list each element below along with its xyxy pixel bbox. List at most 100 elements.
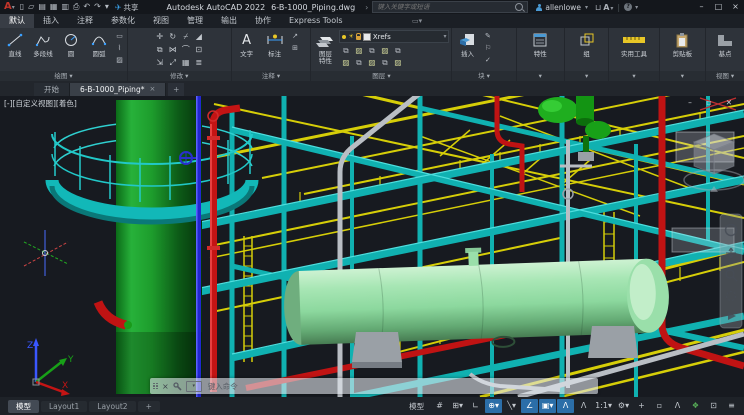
status-toggle-icon[interactable]: Λ bbox=[557, 399, 574, 413]
modify-tool-icon[interactable]: ⇲ bbox=[153, 56, 166, 69]
view-panel-title[interactable]: 视图 ▾ bbox=[706, 71, 744, 81]
command-grip-icon[interactable] bbox=[153, 383, 158, 390]
status-toggle-icon[interactable]: ⊡ bbox=[705, 399, 722, 413]
autodesk-account-icon[interactable]: A▾ bbox=[603, 3, 613, 12]
qat-icon[interactable]: ▥ bbox=[61, 0, 69, 14]
draw-mini-icon[interactable]: ⌇ bbox=[114, 43, 125, 53]
ucs-icon[interactable]: Z Y X bbox=[27, 338, 74, 396]
properties-button[interactable]: 特性 bbox=[527, 30, 553, 58]
annotate-panel-title[interactable]: 注释 ▾ bbox=[232, 71, 311, 81]
command-customize-wrench-icon[interactable] bbox=[173, 382, 182, 391]
share-button[interactable]: ✈ 共享 bbox=[115, 2, 139, 13]
drawing-viewport[interactable]: [-][自定义视图][着色] – ▫ ✕ bbox=[0, 96, 744, 397]
layer-tool-icon[interactable]: ⧉ bbox=[391, 45, 404, 57]
search-box[interactable] bbox=[372, 1, 528, 13]
close-tab-icon[interactable]: × bbox=[149, 83, 155, 96]
status-toggle-icon[interactable]: Λ bbox=[669, 399, 686, 413]
layout-tab[interactable]: Layout2 bbox=[89, 401, 135, 412]
ribbon-tab[interactable]: 注释 bbox=[68, 14, 102, 28]
qat-icon[interactable]: ↶ bbox=[83, 0, 90, 14]
annotate-mini-icon[interactable]: ↗ bbox=[290, 31, 301, 41]
new-tab-button[interactable]: + bbox=[168, 83, 184, 96]
layer-tool-icon[interactable]: ⧉ bbox=[339, 45, 352, 57]
model-space-toggle[interactable]: 模型 bbox=[403, 401, 430, 412]
application-menu-button[interactable]: A▾ bbox=[0, 0, 18, 15]
utilities-panel-title[interactable]: ▾ bbox=[609, 71, 658, 81]
status-toggle-icon[interactable]: + bbox=[633, 399, 650, 413]
qat-icon[interactable]: ▱ bbox=[28, 0, 34, 14]
group-panel-title[interactable]: ▾ bbox=[565, 71, 608, 81]
block-mini-icon[interactable]: ✎ bbox=[482, 31, 493, 41]
status-toggle-icon[interactable]: ▣▾ bbox=[539, 399, 556, 413]
point-marker[interactable] bbox=[24, 230, 68, 276]
search-input[interactable] bbox=[375, 2, 513, 12]
ribbon-tab[interactable]: 输出 bbox=[212, 14, 246, 28]
modify-tool-icon[interactable]: ⧉ bbox=[153, 43, 166, 56]
modify-tool-icon[interactable]: ⋈ bbox=[166, 43, 179, 56]
group-button[interactable]: 组 bbox=[574, 30, 600, 58]
green-column[interactable] bbox=[116, 100, 202, 394]
modify-tool-icon[interactable]: ⌒ bbox=[179, 43, 192, 56]
clipboard-panel-title[interactable]: ▾ bbox=[660, 71, 705, 81]
layout-tab[interactable]: 模型 bbox=[8, 400, 39, 413]
maximize-button[interactable]: □ bbox=[710, 0, 727, 14]
status-toggle-icon[interactable]: ⊞▾ bbox=[449, 399, 466, 413]
layer-properties-button[interactable]: 图层特性 bbox=[313, 30, 337, 65]
status-toggle-icon[interactable]: ▫ bbox=[651, 399, 668, 413]
status-toggle-icon[interactable]: 1:1▾ bbox=[593, 399, 614, 413]
arc-button[interactable]: 圆弧 bbox=[86, 30, 112, 58]
viewport-window-buttons[interactable]: – ▫ ✕ bbox=[688, 98, 738, 107]
modify-tool-icon[interactable]: ▦ bbox=[179, 56, 192, 69]
block-mini-icon[interactable]: ✓ bbox=[482, 55, 493, 65]
annotate-mini-icon[interactable]: ⊞ bbox=[290, 43, 301, 53]
modify-tool-icon[interactable]: ✛ bbox=[153, 30, 166, 43]
draw-panel-title[interactable]: 绘图 ▾ bbox=[0, 71, 127, 81]
command-close-icon[interactable]: × bbox=[162, 382, 169, 391]
modify-panel-title[interactable]: 修改 ▾ bbox=[128, 71, 231, 81]
ribbon-tab[interactable]: 默认 bbox=[0, 14, 34, 28]
status-toggle-icon[interactable]: Λ bbox=[575, 399, 592, 413]
polyline-button[interactable]: 多段线 bbox=[30, 30, 56, 58]
status-toggle-icon[interactable]: ⊕▾ bbox=[485, 399, 502, 413]
command-input[interactable] bbox=[206, 381, 595, 392]
layer-tool-icon[interactable]: ▨ bbox=[352, 45, 365, 57]
qat-icon[interactable]: ▯ bbox=[20, 0, 24, 14]
search-flyout-icon[interactable]: › bbox=[365, 3, 368, 12]
status-toggle-icon[interactable]: ⚙▾ bbox=[615, 399, 632, 413]
base-button[interactable]: 基点 bbox=[708, 30, 742, 58]
qat-icon[interactable]: ▦ bbox=[50, 0, 58, 14]
ribbon-tab[interactable]: Express Tools bbox=[280, 14, 352, 28]
status-toggle-icon[interactable]: ∠ bbox=[521, 399, 538, 413]
viewport-controls[interactable]: [-][自定义视图][着色] bbox=[4, 98, 77, 109]
modify-tool-icon[interactable]: ↻ bbox=[166, 30, 179, 43]
help-icon[interactable]: ? bbox=[624, 3, 632, 11]
layout-tab[interactable]: + bbox=[138, 401, 160, 412]
modify-tool-icon[interactable]: ◢ bbox=[192, 30, 205, 43]
status-toggle-icon[interactable]: # bbox=[431, 399, 448, 413]
recent-commands-icon[interactable]: ▾ bbox=[186, 381, 202, 392]
layer-tool-icon[interactable]: ▨ bbox=[378, 45, 391, 57]
ribbon-tab[interactable]: 管理 bbox=[178, 14, 212, 28]
properties-panel-title[interactable]: ▾ bbox=[517, 71, 564, 81]
layer-tool-icon[interactable]: ⧉ bbox=[365, 45, 378, 57]
navigation-bar[interactable] bbox=[720, 214, 742, 328]
line-button[interactable]: 直线 bbox=[2, 30, 28, 58]
insert-block-button[interactable]: 插入 bbox=[454, 30, 480, 58]
modify-tool-icon[interactable]: ⌿ bbox=[179, 30, 192, 43]
layer-tool-icon[interactable]: ⧉ bbox=[352, 57, 365, 69]
circle-button[interactable]: 圆 bbox=[58, 30, 84, 58]
start-tab[interactable]: 开始 bbox=[34, 83, 70, 96]
ribbon-tab[interactable]: 参数化 bbox=[102, 14, 144, 28]
modify-tool-icon[interactable]: ⊡ bbox=[192, 43, 205, 56]
measure-button[interactable]: 实用工具 bbox=[614, 30, 654, 58]
app-store-cart-icon[interactable]: ⊔ bbox=[595, 3, 601, 12]
minimize-button[interactable]: – bbox=[693, 0, 710, 14]
status-toggle-icon[interactable]: ∟ bbox=[467, 399, 484, 413]
block-panel-title[interactable]: 块 ▾ bbox=[452, 71, 515, 81]
status-toggle-icon[interactable]: ❖ bbox=[687, 399, 704, 413]
layers-panel-title[interactable]: 图层 ▾ bbox=[311, 71, 451, 81]
paste-button[interactable]: 剪贴板 bbox=[669, 30, 695, 58]
ribbon-minimize-icon[interactable]: ▭▾ bbox=[412, 14, 422, 28]
search-icon[interactable] bbox=[515, 3, 523, 11]
layer-dropdown[interactable]: ☀ Xrefs ▾ bbox=[339, 30, 449, 43]
